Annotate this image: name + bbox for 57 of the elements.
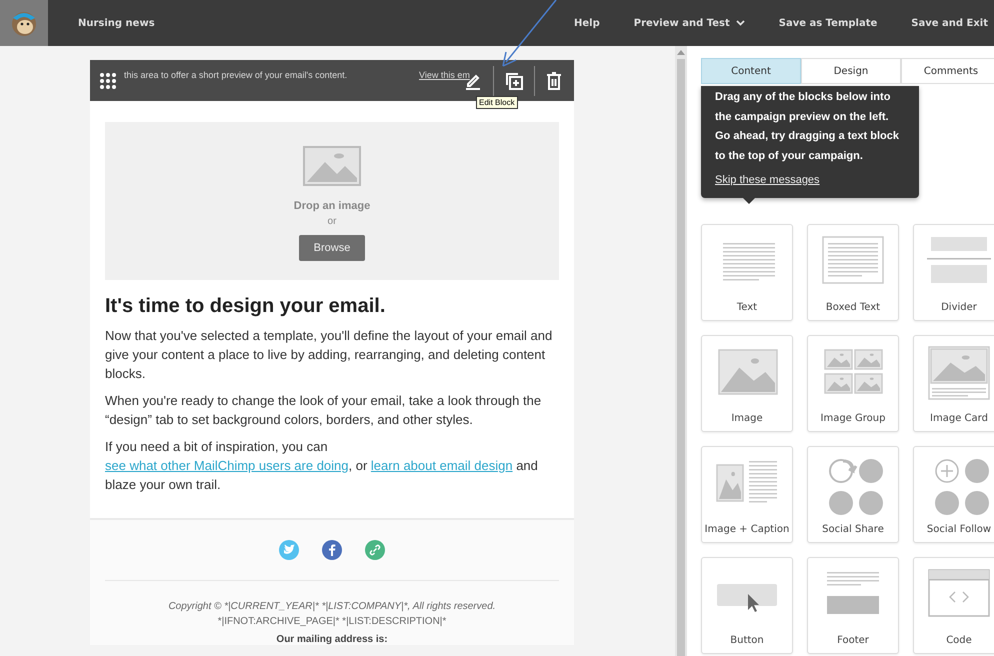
- campaign-name: Nursing news: [78, 18, 156, 28]
- block-card[interactable]: Social Share: [807, 446, 899, 543]
- view-in-browser-link[interactable]: View this em: [419, 70, 470, 80]
- tab[interactable]: Comments: [901, 58, 994, 84]
- block-label: Image Group: [820, 413, 886, 424]
- preheader-text: this area to offer a short preview of your email's content.: [124, 70, 348, 80]
- menu-item[interactable]: Save as Template: [778, 18, 878, 28]
- block-label: Social Follow: [926, 524, 992, 535]
- footer-text: Copyright © *|CURRENT_YEAR|* *|LIST:COMPANY|*, All rights reserved.: [167, 600, 497, 614]
- logo-icon[interactable]: [0, 0, 48, 46]
- duplicate-icon[interactable]: [505, 72, 523, 90]
- block-label: Divider: [941, 302, 977, 313]
- caret-icon[interactable]: [736, 20, 745, 26]
- scrollbar[interactable]: [675, 46, 687, 656]
- image-drop-zone[interactable]: Drop an image or Browse: [105, 122, 559, 280]
- paragraph: When you're ready to change the look of your email, take a look through the “design” tab to set background colors, borders, and other styles.: [105, 392, 542, 429]
- link-icon[interactable]: [365, 540, 385, 560]
- menu-item[interactable]: Save and Exit: [911, 18, 988, 28]
- footer-text: *|IFNOT:ARCHIVE_PAGE|* *|LIST:DESCRIPTION|*: [216, 615, 448, 629]
- image-placeholder-icon: [303, 146, 361, 186]
- tab[interactable]: Content: [701, 58, 801, 84]
- block-card[interactable]: Image: [701, 335, 793, 432]
- menu-item[interactable]: Help: [574, 18, 600, 28]
- block-label: Image + Caption: [704, 524, 790, 535]
- drag-handle-icon[interactable]: [99, 72, 117, 90]
- drop-image-label: Drop an image: [294, 200, 370, 212]
- paragraph: If you need a bit of inspiration, you can see what other MailChimp users are doing, or learn about email design and blaze your own trail.: [105, 438, 539, 494]
- block-label: Social Share: [822, 524, 884, 535]
- block-card[interactable]: Image + Caption: [701, 446, 793, 543]
- tip-text: Drag any of the blocks below into the campaign preview on the left. Go ahead, try dragging a text block to the top of your campaign.: [715, 90, 900, 164]
- browse-button[interactable]: Browse: [299, 235, 365, 261]
- block-card[interactable]: Button: [701, 557, 793, 654]
- block-card[interactable]: Boxed Text: [807, 224, 899, 321]
- trash-icon[interactable]: [546, 72, 562, 90]
- email-heading: It's time to design your email.: [105, 295, 386, 318]
- mailing-address-label: Our mailing address is:: [275, 634, 389, 645]
- tooltip: Edit Block: [476, 96, 518, 109]
- block-label: Footer: [837, 635, 869, 646]
- facebook-icon[interactable]: [322, 540, 342, 560]
- tab[interactable]: Design: [801, 58, 901, 84]
- or-label: or: [328, 216, 336, 227]
- block-label: Image: [731, 413, 763, 424]
- block-card[interactable]: Image Card: [913, 335, 994, 432]
- skip-messages-link[interactable]: Skip these messages: [715, 174, 820, 186]
- block-label: Text: [736, 302, 758, 313]
- block-card[interactable]: Social Follow: [913, 446, 994, 543]
- block-card[interactable]: Code: [913, 557, 994, 654]
- block-card[interactable]: Footer: [807, 557, 899, 654]
- menu-item[interactable]: Preview and Test: [634, 18, 745, 28]
- paragraph: Now that you've selected a template, you'll define the layout of your email and give your content a place to live by adding, rearranging, and deleting content blocks.: [105, 327, 554, 383]
- block-card[interactable]: Image Group: [807, 335, 899, 432]
- block-card[interactable]: Text: [701, 224, 793, 321]
- block-card[interactable]: Divider: [913, 224, 994, 321]
- block-label: Boxed Text: [826, 302, 880, 313]
- block-label: Image Card: [930, 413, 988, 424]
- block-label: Button: [730, 635, 764, 646]
- block-label: Code: [946, 635, 972, 646]
